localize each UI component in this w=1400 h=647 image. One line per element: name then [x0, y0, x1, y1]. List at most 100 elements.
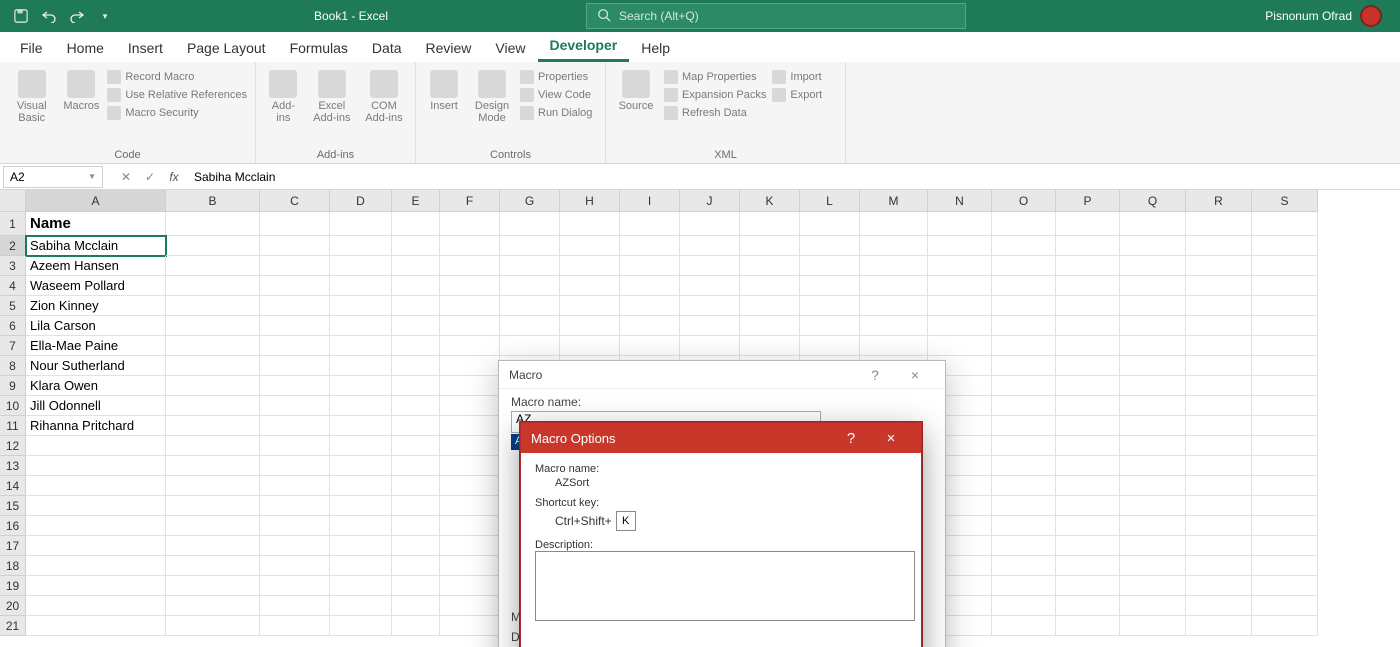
cell[interactable]	[1056, 336, 1120, 356]
cell[interactable]	[620, 276, 680, 296]
column-header[interactable]: K	[740, 190, 800, 212]
row-header[interactable]: 2	[0, 236, 26, 256]
cell[interactable]	[740, 316, 800, 336]
cell[interactable]	[680, 212, 740, 236]
cell[interactable]	[440, 496, 500, 516]
cell[interactable]	[1056, 476, 1120, 496]
cell[interactable]	[260, 416, 330, 436]
cell[interactable]: Lila Carson	[26, 316, 166, 336]
cell[interactable]	[560, 316, 620, 336]
cell[interactable]	[166, 256, 260, 276]
cell[interactable]	[1120, 516, 1186, 536]
cell[interactable]	[992, 376, 1056, 396]
cell[interactable]	[1186, 376, 1252, 396]
cell[interactable]	[1186, 212, 1252, 236]
redo-icon[interactable]	[66, 5, 88, 27]
cell[interactable]	[440, 596, 500, 616]
cell[interactable]	[330, 456, 392, 476]
cell[interactable]	[260, 616, 330, 636]
cell[interactable]	[392, 376, 440, 396]
cell[interactable]	[992, 416, 1056, 436]
cell[interactable]	[440, 336, 500, 356]
cell[interactable]	[1056, 236, 1120, 256]
row-header[interactable]: 1	[0, 212, 26, 236]
cell[interactable]	[26, 516, 166, 536]
cell[interactable]	[1252, 596, 1318, 616]
cell[interactable]	[440, 476, 500, 496]
macro-dialog-close-button[interactable]: ×	[895, 367, 935, 383]
cell[interactable]	[392, 396, 440, 416]
opt-description-input[interactable]	[535, 551, 915, 621]
cell[interactable]	[26, 436, 166, 456]
cell[interactable]	[260, 256, 330, 276]
cell[interactable]: Azeem Hansen	[26, 256, 166, 276]
cell[interactable]	[166, 336, 260, 356]
row-header[interactable]: 18	[0, 556, 26, 576]
cell[interactable]	[800, 316, 860, 336]
cell[interactable]	[560, 276, 620, 296]
row-header[interactable]: 6	[0, 316, 26, 336]
cell[interactable]	[440, 616, 500, 636]
column-header[interactable]: N	[928, 190, 992, 212]
cell[interactable]	[1056, 416, 1120, 436]
cell[interactable]	[1186, 276, 1252, 296]
row-header[interactable]: 15	[0, 496, 26, 516]
cell[interactable]	[440, 436, 500, 456]
cell[interactable]	[330, 316, 392, 336]
cell[interactable]	[1120, 436, 1186, 456]
row-header[interactable]: 17	[0, 536, 26, 556]
cell[interactable]	[1120, 316, 1186, 336]
cell[interactable]	[500, 336, 560, 356]
cell[interactable]	[992, 476, 1056, 496]
cell[interactable]	[1056, 456, 1120, 476]
cell[interactable]	[1186, 536, 1252, 556]
cell[interactable]	[992, 576, 1056, 596]
cell[interactable]	[440, 576, 500, 596]
cell[interactable]	[620, 256, 680, 276]
cell[interactable]	[1186, 396, 1252, 416]
cell[interactable]	[1186, 296, 1252, 316]
xml-import-button[interactable]: Import	[772, 70, 822, 84]
cell[interactable]	[260, 556, 330, 576]
cell[interactable]	[1252, 616, 1318, 636]
cell[interactable]	[166, 236, 260, 256]
cell[interactable]	[392, 476, 440, 496]
cell[interactable]	[330, 616, 392, 636]
cell[interactable]	[440, 256, 500, 276]
cell[interactable]	[392, 356, 440, 376]
cell[interactable]	[1186, 456, 1252, 476]
tab-developer[interactable]: Developer	[538, 31, 630, 62]
cell[interactable]	[500, 236, 560, 256]
column-header[interactable]: Q	[1120, 190, 1186, 212]
column-header[interactable]: R	[1186, 190, 1252, 212]
cell[interactable]	[620, 336, 680, 356]
cell[interactable]	[392, 536, 440, 556]
cell[interactable]	[440, 296, 500, 316]
row-header[interactable]: 10	[0, 396, 26, 416]
cell[interactable]	[1252, 316, 1318, 336]
cell[interactable]	[330, 396, 392, 416]
cell[interactable]	[330, 476, 392, 496]
column-header[interactable]: A	[26, 190, 166, 212]
cell[interactable]	[992, 236, 1056, 256]
tab-review[interactable]: Review	[414, 34, 484, 62]
cell[interactable]	[260, 496, 330, 516]
qat-customize-icon[interactable]: ▾	[94, 5, 116, 27]
cell[interactable]	[166, 596, 260, 616]
cell[interactable]	[392, 456, 440, 476]
cell[interactable]	[860, 276, 928, 296]
cell[interactable]	[392, 336, 440, 356]
cell[interactable]	[1252, 396, 1318, 416]
cell[interactable]	[1186, 416, 1252, 436]
cell[interactable]	[992, 296, 1056, 316]
cell[interactable]	[620, 316, 680, 336]
cell[interactable]	[392, 296, 440, 316]
column-header[interactable]: L	[800, 190, 860, 212]
cell[interactable]	[1186, 316, 1252, 336]
cell[interactable]	[860, 316, 928, 336]
cell[interactable]	[26, 476, 166, 496]
row-header[interactable]: 20	[0, 596, 26, 616]
row-header[interactable]: 8	[0, 356, 26, 376]
cell[interactable]	[560, 212, 620, 236]
cell[interactable]	[680, 276, 740, 296]
